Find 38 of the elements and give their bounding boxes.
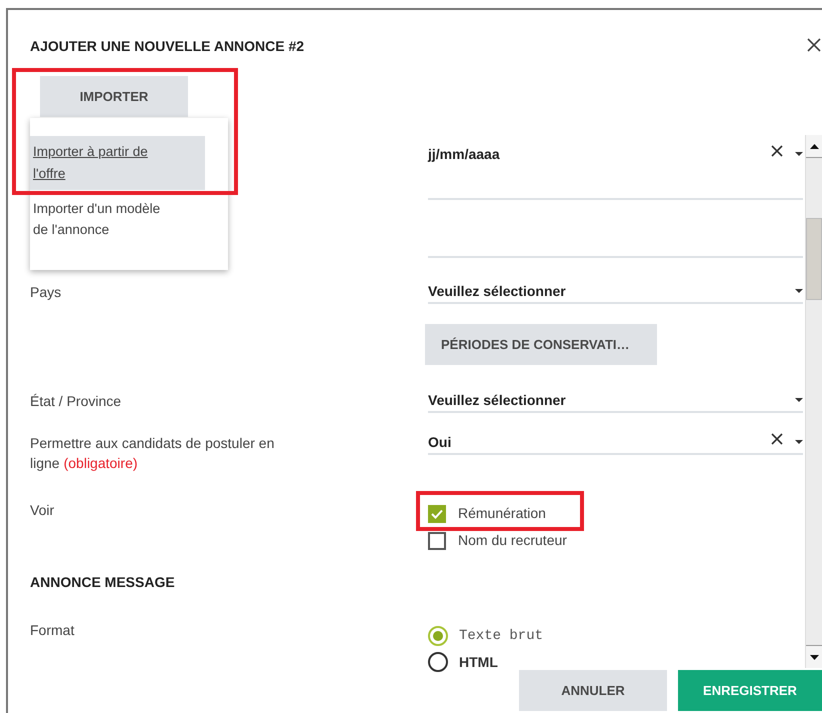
radio-label: Texte brut [459,626,544,646]
section-heading: ANNONCE MESSAGE [30,573,176,592]
radio-button[interactable] [428,626,448,646]
field-label: Pays [30,283,62,302]
up-arrow-icon [810,144,818,148]
checkbox-label: Nom du recruteur [458,531,567,550]
cancel-button[interactable]: ANNULER [519,670,667,711]
scroll-thumb[interactable] [806,218,822,300]
scrollbar[interactable] [805,135,822,668]
field-label: Voir [30,501,56,520]
checkbox-label: Rémunération [458,504,546,523]
select-field[interactable]: jj/mm/aaaa [428,145,803,167]
caret-icon[interactable] [795,152,803,156]
field-label: État / Province [30,392,122,411]
checkbox[interactable] [428,504,446,522]
checkbox[interactable] [428,532,446,550]
menu-item[interactable]: Importer à partir de l'offre [30,136,205,190]
caret-icon[interactable] [795,289,803,293]
field-label: Format [30,621,76,640]
dialog-title: AJOUTER UNE NOUVELLE ANNONCE #2 [30,37,304,55]
import-button[interactable]: IMPORTER [40,76,188,117]
field-label: Permettre aux candidats de postuler en ligne (obligatoire) [30,434,276,473]
scroll-up-button[interactable] [806,135,822,158]
select-field[interactable]: Oui [428,433,803,455]
clear-icon[interactable] [771,433,783,445]
select-field[interactable]: Veuillez sélectionner [428,391,803,413]
menu-item[interactable]: Importer d'un modèle de l'annonce [30,190,205,248]
radio-label: HTML [459,652,498,672]
select-field[interactable]: Veuillez sélectionner [428,282,803,304]
radio-button[interactable] [428,652,448,672]
retention-button[interactable]: PÉRIODES DE CONSERVATI… [425,324,657,365]
check-icon [431,508,443,518]
down-arrow-icon [810,654,818,660]
close-icon[interactable] [807,38,821,52]
caret-icon[interactable] [795,398,803,402]
clear-icon[interactable] [771,145,783,157]
caret-icon[interactable] [795,440,803,444]
scroll-down-button[interactable] [806,645,822,668]
